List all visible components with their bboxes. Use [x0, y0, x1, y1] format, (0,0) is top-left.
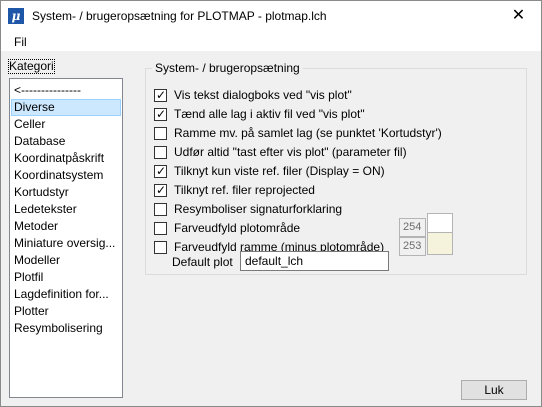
option-checkbox[interactable]: [154, 222, 167, 235]
category-item[interactable]: Modeller: [11, 252, 121, 269]
category-item[interactable]: Lagdefinition for...: [11, 286, 121, 303]
menu-bar: Fil: [1, 31, 541, 51]
option-label[interactable]: Tilknyt ref. filer reprojected: [174, 183, 315, 197]
category-item[interactable]: Metoder: [11, 218, 121, 235]
check-icon: ✓: [156, 164, 167, 178]
category-item[interactable]: Miniature oversig...: [11, 235, 121, 252]
category-item[interactable]: Kortudstyr: [11, 184, 121, 201]
option-checkbox[interactable]: ✓: [154, 107, 167, 121]
category-item[interactable]: Koordinatsystem: [11, 167, 121, 184]
window-title: System- / brugeropsætning for PLOTMAP - …: [32, 9, 327, 23]
category-label: Kategori: [8, 59, 55, 74]
option-label[interactable]: Vis tekst dialogboks ved "vis plot": [174, 88, 352, 102]
category-item[interactable]: Celler: [11, 116, 121, 133]
color-index-field: 254: [399, 218, 426, 237]
category-item[interactable]: Diverse: [11, 99, 121, 116]
close-button[interactable]: Luk: [461, 380, 527, 400]
option-checkbox[interactable]: ✓: [154, 164, 167, 178]
option-label[interactable]: Ramme mv. på samlet lag (se punktet 'Kor…: [174, 126, 442, 140]
category-item[interactable]: Ledetekster: [11, 201, 121, 218]
menu-file[interactable]: Fil: [14, 35, 27, 49]
default-plot-label: Default plot: [172, 255, 233, 269]
check-icon: ✓: [156, 107, 167, 121]
color-index-field: 253: [399, 237, 426, 256]
category-item[interactable]: Resymbolisering: [11, 320, 121, 337]
app-icon: μ: [8, 8, 24, 24]
option-checkbox[interactable]: [154, 203, 167, 216]
close-icon[interactable]: ✕: [496, 1, 541, 31]
category-item[interactable]: Koordinatpåskrift: [11, 150, 121, 167]
check-icon: ✓: [156, 88, 167, 102]
option-checkbox[interactable]: [154, 241, 167, 254]
title-bar[interactable]: μ System- / brugeropsætning for PLOTMAP …: [1, 1, 541, 31]
category-list[interactable]: <--------------- Diverse Celler Database Koo…: [9, 78, 123, 398]
check-icon: ✓: [156, 183, 167, 197]
option-label[interactable]: Tilknyt kun viste ref. filer (Display = …: [174, 164, 385, 178]
category-item[interactable]: Database: [11, 133, 121, 150]
option-label[interactable]: Resymboliser signaturforklaring: [174, 202, 342, 216]
option-checkbox[interactable]: ✓: [154, 183, 167, 197]
option-label[interactable]: Udfør altid "tast efter vis plot" (param…: [174, 145, 407, 159]
option-label[interactable]: Farveudfyld plotområde: [174, 221, 300, 235]
category-item[interactable]: <---------------: [11, 82, 121, 99]
option-label[interactable]: Tænd alle lag i aktiv fil ved "vis plot": [174, 107, 365, 121]
category-item[interactable]: Plotter: [11, 303, 121, 320]
category-item[interactable]: Plotfil: [11, 269, 121, 286]
settings-group-title: System- / brugeropsætning: [152, 61, 303, 75]
option-checkbox[interactable]: [154, 146, 167, 159]
option-checkbox[interactable]: [154, 127, 167, 140]
color-swatch[interactable]: [427, 232, 453, 255]
default-plot-input[interactable]: default_lch: [240, 251, 389, 271]
option-checkbox[interactable]: ✓: [154, 88, 167, 102]
dialog-window: μ System- / brugeropsætning for PLOTMAP …: [0, 0, 542, 407]
